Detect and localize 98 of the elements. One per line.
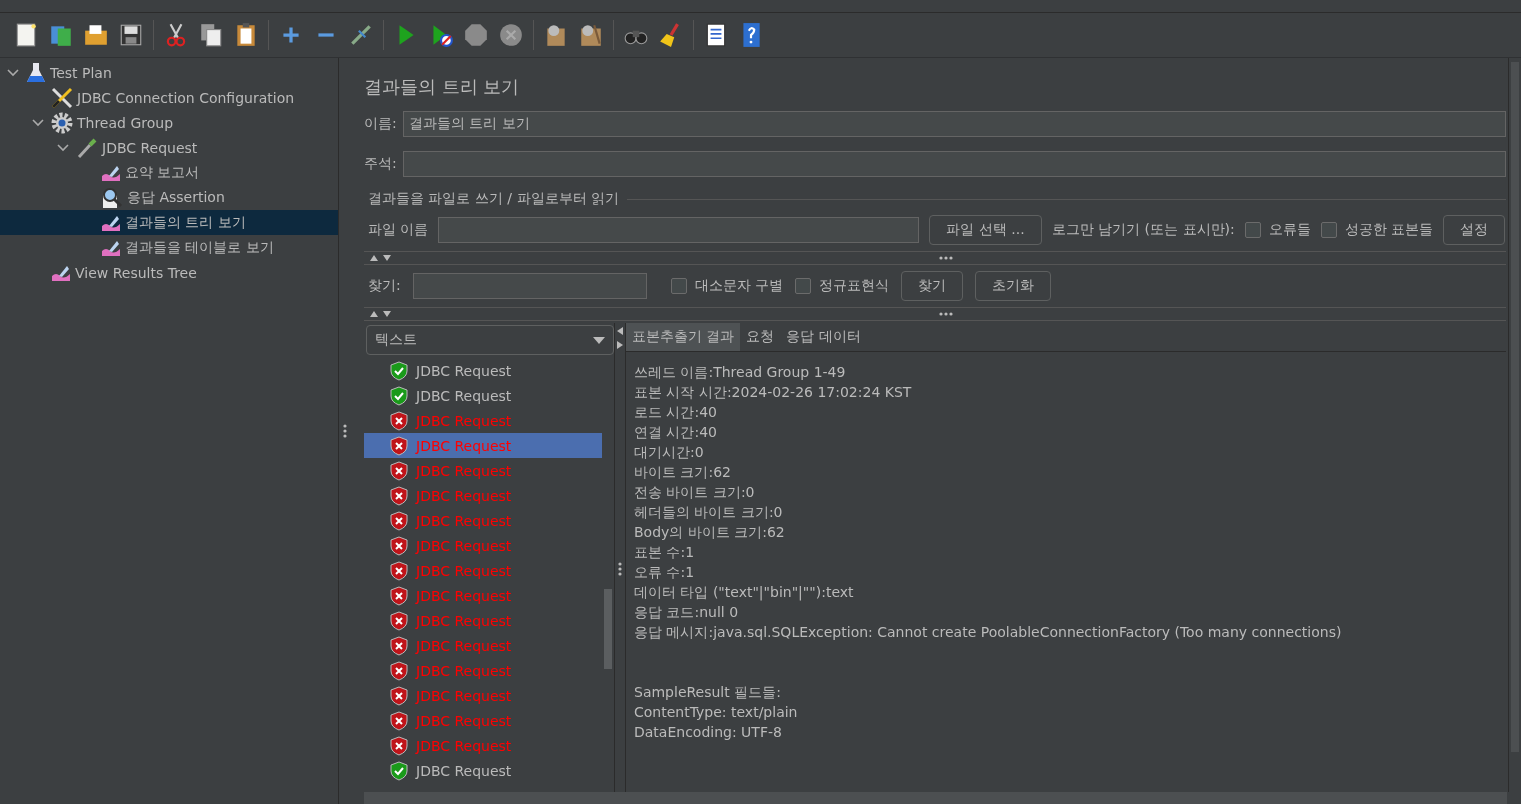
tab[interactable]: 표본추출기 결과: [626, 323, 741, 351]
error-shield-icon: [390, 635, 408, 656]
chevron-icon[interactable]: [32, 118, 44, 127]
error-shield-icon: [390, 410, 408, 431]
name-field[interactable]: 결과들의 트리 보기: [402, 111, 1506, 137]
settings-button[interactable]: 설정: [1443, 215, 1506, 245]
result-text-line: 바이트 크기:62: [634, 463, 732, 482]
result-text-line: 쓰레드 이름:Thread Group 1-49: [634, 363, 847, 382]
tree-item[interactable]: Thread Group: [0, 110, 338, 135]
success-shield-icon: [390, 760, 408, 781]
chevron-icon[interactable]: [57, 143, 69, 152]
error-shield-icon: [390, 660, 408, 681]
result-text-line: 응답 코드:null 0: [634, 603, 740, 622]
collapse-arrows-icon[interactable]: [617, 327, 623, 349]
drag-handle-icon[interactable]: [343, 424, 347, 438]
result-text-line: 응답 메시지:java.sql.SQLException: Cannot create PoolableConnectionFactory (Too many connections): [634, 623, 1343, 642]
clear-all-icon[interactable]: [578, 22, 604, 48]
copy-icon[interactable]: [198, 22, 224, 48]
collapse-arrows-icon[interactable]: [370, 311, 392, 317]
drag-handle-icon[interactable]: [618, 561, 622, 576]
find-button[interactable]: 찾기: [901, 271, 964, 301]
result-text-line: Body의 바이트 크기:62: [634, 523, 786, 542]
file-name-label: 파일 이름: [368, 221, 429, 239]
result-text-line: 오류 수:1: [634, 563, 696, 582]
result-text-line: 표본 수:1: [634, 543, 696, 562]
result-item[interactable]: JDBC Request: [364, 358, 602, 383]
error-shield-icon: [390, 685, 408, 706]
dropdown-arrow-icon[interactable]: [593, 336, 605, 344]
tree-item[interactable]: 응답 Assertion: [0, 185, 338, 210]
folder-icon[interactable]: [83, 22, 109, 48]
error-shield-icon: [390, 460, 408, 481]
search-field[interactable]: [412, 273, 647, 299]
wand-icon[interactable]: [348, 22, 374, 48]
gear-icon: [51, 111, 73, 134]
result-text-line: 연결 시간:40: [634, 423, 718, 442]
tools-icon: [51, 86, 73, 109]
comment-field[interactable]: [402, 151, 1506, 177]
tree-item[interactable]: 요약 보고서: [0, 160, 338, 185]
result-text-line: DataEncoding: UTF-8: [634, 723, 783, 742]
renderer-dropdown[interactable]: 텍스트: [366, 325, 614, 355]
name-label: 이름:: [364, 115, 397, 133]
error-shield-icon: [390, 485, 408, 506]
comment-label: 주석:: [364, 155, 397, 173]
result-text-line: 데이터 타입 ("text"|"bin"|""):text: [634, 583, 855, 602]
tree-item[interactable]: View Results Tree: [0, 260, 338, 285]
result-text-line: 표본 시작 시간:2024-02-26 17:02:24 KST: [634, 383, 913, 402]
tree-item[interactable]: JDBC Connection Configuration: [0, 85, 338, 110]
result-text-line: 전송 바이트 크기:0: [634, 483, 756, 502]
tree-item[interactable]: 결과들의 트리 보기: [0, 210, 338, 235]
save-icon[interactable]: [118, 22, 144, 48]
dropper-icon: [76, 136, 98, 159]
stop-icon[interactable]: [463, 22, 489, 48]
flask-icon: [26, 61, 46, 84]
error-shield-icon: [390, 735, 408, 756]
checkbox[interactable]: [795, 278, 812, 294]
checkbox[interactable]: [1244, 222, 1261, 238]
checkbox[interactable]: [1320, 222, 1337, 238]
result-text-line: SampleResult 필드들:: [634, 683, 782, 702]
error-shield-icon: [390, 510, 408, 531]
magnifier-icon: [101, 186, 123, 209]
search-label: 찾기:: [368, 277, 401, 295]
collapse-arrows-icon[interactable]: [370, 255, 392, 261]
success-shield-icon: [390, 385, 408, 406]
result-item[interactable]: JDBC Request: [364, 758, 602, 783]
chevron-icon[interactable]: [7, 68, 19, 77]
checkbox-label: 오류들: [1268, 221, 1311, 239]
result-text-line: 헤더들의 바이트 크기:0: [634, 503, 784, 522]
reset-button[interactable]: 초기화: [975, 271, 1052, 301]
tab[interactable]: 응답 데이터: [780, 323, 867, 351]
success-shield-icon: [390, 360, 408, 381]
tab[interactable]: 요청: [740, 323, 781, 351]
horizontal-scrollbar[interactable]: [364, 792, 1507, 804]
drag-handle-icon[interactable]: [939, 312, 953, 316]
section-legend: 결과들을 파일로 쓰기 / 파일로부터 읽기: [368, 190, 619, 208]
error-shield-icon: [390, 535, 408, 556]
drag-handle-icon[interactable]: [939, 256, 953, 260]
panel-title: 결과들의 트리 보기: [364, 75, 521, 99]
checkbox[interactable]: [670, 278, 687, 294]
file-name-field[interactable]: [438, 217, 920, 243]
tree-item[interactable]: JDBC Request: [0, 135, 338, 160]
result-text-line: 로드 시간:40: [634, 403, 718, 422]
checkbox-label: 정규표현식: [819, 277, 890, 295]
error-shield-icon: [390, 710, 408, 731]
result-item[interactable]: JDBC Request: [364, 383, 602, 408]
log-only-label: 로그만 남기기 (또는 표시만):: [1051, 221, 1235, 239]
tree-item[interactable]: 결과들을 테이블로 보기: [0, 235, 338, 260]
browse-button[interactable]: 파일 선택 ...: [929, 215, 1042, 245]
error-shield-icon: [390, 435, 408, 456]
result-text-line: 대기시간:0: [634, 443, 705, 462]
error-shield-icon: [390, 585, 408, 606]
error-shield-icon: [390, 560, 408, 581]
shutdown-icon[interactable]: [498, 22, 524, 48]
error-shield-icon: [390, 610, 408, 631]
scrollbar-thumb[interactable]: [604, 589, 612, 669]
checkbox-label: 대소문자 구별: [694, 277, 784, 295]
result-text-line: ContentType: text/plain: [634, 703, 799, 722]
checkbox-label: 성공한 표본들: [1344, 221, 1434, 239]
tree-item[interactable]: Test Plan: [0, 60, 338, 85]
